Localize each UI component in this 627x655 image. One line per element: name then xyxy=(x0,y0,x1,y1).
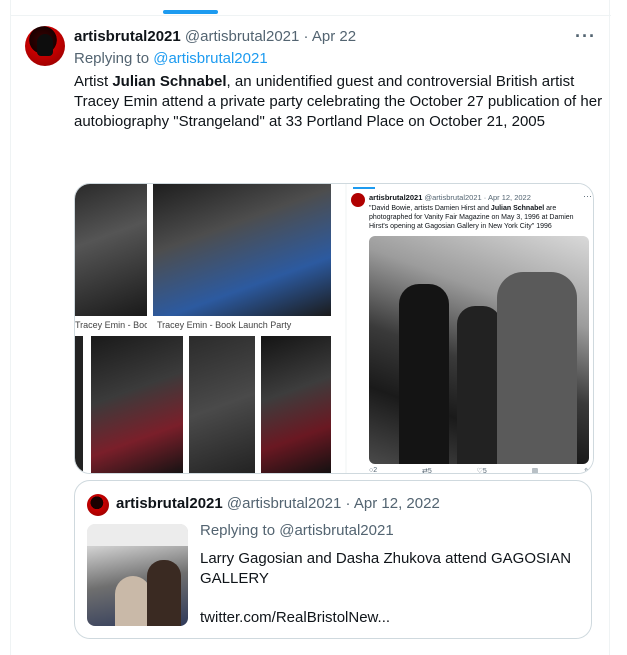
photo-strip xyxy=(75,336,83,473)
tweet-date[interactable]: Apr 22 xyxy=(312,28,356,45)
embedded-actions: ○2 ⇄5 ♡5 ▥ ⇪ xyxy=(369,467,589,474)
embedded-like-icon: ♡5 xyxy=(476,468,487,474)
embedded-photo xyxy=(369,236,589,464)
tweet-text-before: Artist xyxy=(74,73,113,90)
handle[interactable]: @artisbrutal2021 xyxy=(185,28,299,45)
embedded-avatar xyxy=(351,193,365,207)
divider xyxy=(11,15,611,16)
tweet-text-bold: Julian Schnabel xyxy=(112,73,227,90)
embedded-text-before: "David Bowie, artists Damien Hirst and xyxy=(369,205,491,212)
avatar[interactable] xyxy=(25,26,65,66)
more-options-icon[interactable]: ··· xyxy=(575,26,596,47)
quote-thumbnail xyxy=(87,524,188,626)
tweet-header: artisbrutal2021 @artisbrutal2021 · Apr 2… xyxy=(74,28,356,45)
embedded-text: "David Bowie, artists Damien Hirst and J… xyxy=(369,204,593,231)
photo-caption: Tracey Emin - Book Launch Party xyxy=(157,320,292,330)
embedded-display-name: artisbrutal2021 xyxy=(369,193,423,202)
replying-prefix: Replying to xyxy=(74,50,150,67)
separator: · xyxy=(303,28,309,45)
quote-handle: @artisbrutal2021 xyxy=(226,495,342,512)
photo-caption: Tracey Emin - Boo... xyxy=(75,320,147,330)
thumbnail-figure-man xyxy=(115,576,151,626)
embedded-reply-icon: ○2 xyxy=(369,467,378,474)
embedded-more-icon: ··· xyxy=(583,191,592,201)
embedded-header: artisbrutal2021 @artisbrutal2021 · Apr 1… xyxy=(369,193,531,202)
tweet-media[interactable]: Tracey Emin - Boo... Tracey Emin - Book … xyxy=(74,183,594,474)
quoted-tweet[interactable]: artisbrutal2021 @artisbrutal2021 · Apr 1… xyxy=(74,480,592,639)
photo-book-launch-party xyxy=(153,184,331,316)
embedded-retweet-icon: ⇄5 xyxy=(421,468,432,474)
tab-indicator xyxy=(163,10,218,14)
quote-link[interactable]: twitter.com/RealBristolNew... xyxy=(200,609,390,626)
quote-text: Larry Gagosian and Dasha Zhukova attend … xyxy=(200,550,572,587)
embedded-tab-indicator xyxy=(353,187,375,189)
figure-left xyxy=(399,284,449,464)
tweet-text: Artist Julian Schnabel, an unidentified … xyxy=(74,72,604,132)
embedded-share-icon: ⇪ xyxy=(583,468,589,474)
photo-tracey-emin-1 xyxy=(75,184,147,316)
timeline-column: artisbrutal2021 @artisbrutal2021 · Apr 2… xyxy=(10,0,611,655)
quote-replying-to: Replying to @artisbrutal2021 xyxy=(200,522,394,539)
media-image-screenshot[interactable]: artisbrutal2021 @artisbrutal2021 · Apr 1… xyxy=(347,184,593,474)
quote-separator: · xyxy=(345,495,351,512)
media-image-collage[interactable]: Tracey Emin - Boo... Tracey Emin - Book … xyxy=(75,184,345,473)
embedded-text-bold: Julian Schnabel xyxy=(490,205,545,212)
replying-to: Replying to @artisbrutal2021 xyxy=(74,50,268,67)
photo-couple-2 xyxy=(261,336,331,473)
figure-right xyxy=(497,272,577,464)
embedded-handle-date: @artisbrutal2021 · Apr 12, 2022 xyxy=(424,193,531,202)
embedded-views-icon: ▥ xyxy=(531,468,539,474)
quote-avatar xyxy=(87,494,109,516)
thumbnail-header-text xyxy=(87,524,188,546)
replying-handle-link[interactable]: @artisbrutal2021 xyxy=(153,50,267,67)
quote-header: artisbrutal2021 @artisbrutal2021 · Apr 1… xyxy=(116,495,440,512)
photo-couple xyxy=(91,336,183,473)
quote-date: Apr 12, 2022 xyxy=(353,495,440,512)
thumbnail-figure-woman xyxy=(147,560,181,626)
photo-woman xyxy=(189,336,255,473)
figure-middle xyxy=(457,306,501,464)
quote-display-name: artisbrutal2021 xyxy=(116,495,223,512)
display-name[interactable]: artisbrutal2021 xyxy=(74,28,181,45)
